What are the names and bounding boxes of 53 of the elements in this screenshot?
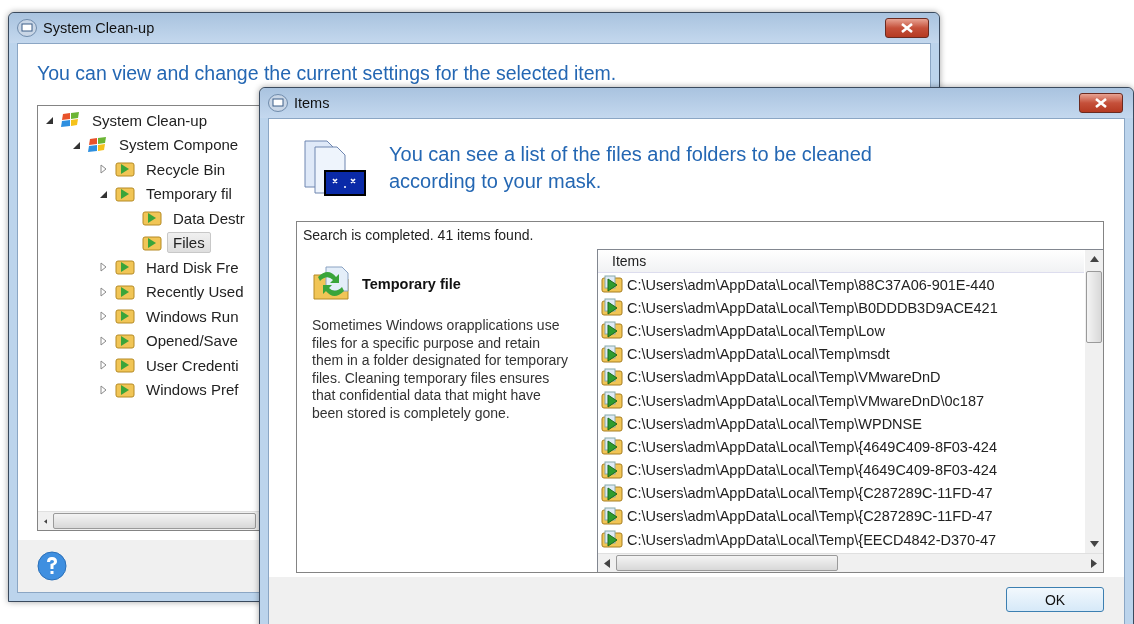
tree-item[interactable]: Recently Used	[140, 281, 250, 303]
category-title: Temporary file	[362, 276, 461, 292]
help-icon[interactable]	[36, 550, 68, 582]
file-path[interactable]: C:\Users\adm\AppData\Local\Temp\88C37A06-901E-440	[627, 276, 995, 293]
vertical-scrollbar[interactable]	[1085, 250, 1103, 553]
close-button[interactable]	[1079, 93, 1123, 113]
file-path[interactable]: C:\Users\adm\AppData\Local\Temp\msdt	[627, 346, 890, 363]
close-button[interactable]	[885, 18, 929, 38]
scroll-up-icon[interactable]	[1089, 256, 1099, 262]
app-icon	[268, 94, 288, 112]
file-path[interactable]: C:\Users\adm\AppData\Local\Temp\{C287289C-11FD-47	[627, 485, 993, 502]
file-path[interactable]: C:\Users\adm\AppData\Local\Temp\{C287289C-11FD-47	[627, 508, 993, 525]
folder-arrows-icon	[312, 265, 352, 303]
scroll-right-icon[interactable]	[1091, 558, 1097, 568]
app-icon	[17, 19, 37, 37]
file-path[interactable]: C:\Users\adm\AppData\Local\Temp\Low	[627, 322, 885, 339]
close-icon	[1094, 98, 1108, 108]
ok-button[interactable]: OK	[1006, 587, 1104, 612]
tree-item[interactable]: System Compone	[113, 134, 245, 156]
tree-item[interactable]: System Clean-up	[86, 109, 214, 131]
scroll-left-icon[interactable]	[604, 558, 610, 568]
file-path[interactable]: C:\Users\adm\AppData\Local\Temp\WPDNSE	[627, 415, 922, 432]
file-path[interactable]: C:\Users\adm\AppData\Local\Temp\B0DDDB3D9ACE421	[627, 299, 998, 316]
tree-item[interactable]: Opened/Save	[140, 330, 244, 352]
scroll-thumb[interactable]	[616, 555, 838, 571]
tree-item[interactable]: User Credenti	[140, 354, 245, 376]
column-header[interactable]: Items	[598, 250, 667, 272]
scroll-thumb[interactable]	[1086, 271, 1102, 343]
status-text: Search is completed. 41 items found.	[302, 226, 535, 243]
file-path[interactable]: C:\Users\adm\AppData\Local\Temp\VMwareDnD	[627, 369, 941, 386]
windows-flag-icon	[87, 134, 109, 155]
dialog-title: Items	[294, 95, 331, 111]
tree-item[interactable]: Windows Run	[140, 305, 245, 327]
documents-mask-icon	[303, 139, 367, 197]
tree-item[interactable]: Data Destr	[167, 207, 251, 229]
file-path[interactable]: C:\Users\adm\AppData\Local\Temp\{4649C409-8F03-424	[627, 438, 997, 455]
scroll-thumb[interactable]	[53, 513, 256, 529]
tree-item[interactable]: Files	[167, 232, 211, 254]
file-path[interactable]: C:\Users\adm\AppData\Local\Temp\{4649C409-8F03-424	[627, 462, 997, 479]
heading: You can view and change the current settings for the selected item.	[36, 61, 618, 85]
collapse-icon[interactable]	[44, 115, 56, 126]
tree-item[interactable]: Temporary fil	[140, 183, 238, 205]
file-path[interactable]: C:\Users\adm\AppData\Local\Temp\VMwareDnD\0c187	[627, 392, 984, 409]
dialog-heading: You can see a list of the files and folders to be cleaned according to your mask.	[389, 142, 873, 194]
horizontal-scrollbar[interactable]	[598, 553, 1103, 572]
close-icon	[900, 23, 914, 33]
tree-item[interactable]: Hard Disk Fre	[140, 256, 245, 278]
tree-item[interactable]: Recycle Bin	[140, 158, 232, 180]
window-title: System Clean-up	[43, 20, 156, 36]
file-path[interactable]: C:\Users\adm\AppData\Local\Temp\{EECD4842-D370-47	[627, 531, 997, 548]
scroll-down-icon[interactable]	[1089, 541, 1099, 547]
category-description: Sometimes Windows orapplications use files for a specific purpose and retain them in a folder designated for temporary files. Cleaning temporary files ensures that confidential data that might have been stored is completely gone.	[312, 317, 570, 422]
tree-item[interactable]: Windows Pref	[140, 379, 245, 401]
